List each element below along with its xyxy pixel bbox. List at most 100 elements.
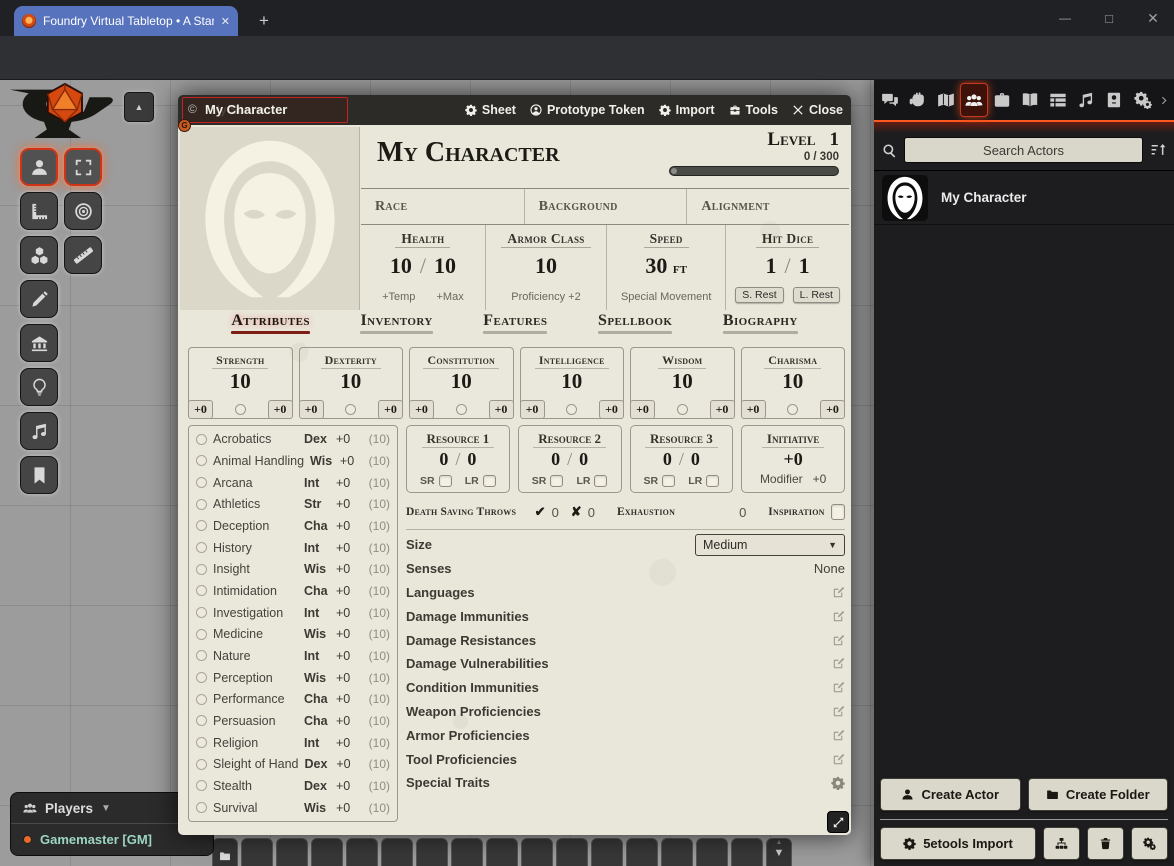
skill-proficiency-radio[interactable]: [196, 455, 207, 466]
health-value[interactable]: 10/10: [361, 253, 485, 279]
ability-score[interactable]: 10: [300, 369, 403, 394]
edit-icon[interactable]: [832, 634, 845, 647]
skill-proficiency-radio[interactable]: [196, 434, 207, 445]
tab-inventory[interactable]: Inventory: [360, 312, 432, 334]
proficiency-toggle[interactable]: [456, 404, 467, 415]
tile-controls[interactable]: [20, 236, 58, 274]
ability-save[interactable]: +0: [268, 400, 293, 419]
note-controls[interactable]: [20, 456, 58, 494]
death-success-icon[interactable]: ✔: [535, 504, 546, 520]
macro-slot[interactable]: [626, 838, 658, 866]
skill-row[interactable]: DeceptionCha+0(10): [189, 515, 397, 536]
inspiration-checkbox[interactable]: [831, 504, 845, 520]
new-tab-button[interactable]: +: [252, 9, 276, 33]
macro-slot[interactable]: [416, 838, 448, 866]
skill-row[interactable]: HistoryInt+0(10): [189, 537, 397, 558]
edit-icon[interactable]: [832, 657, 845, 670]
configure-button[interactable]: [1131, 827, 1168, 860]
skill-row[interactable]: ReligionInt+0(10): [189, 732, 397, 753]
macro-slot[interactable]: [381, 838, 413, 866]
ability-score[interactable]: 10: [631, 369, 734, 394]
size-select[interactable]: Medium▼: [695, 534, 845, 556]
skill-proficiency-radio[interactable]: [196, 520, 207, 531]
ability-mod[interactable]: +0: [520, 400, 545, 419]
skill-row[interactable]: SurvivalWis+0(10): [189, 797, 397, 818]
skill-proficiency-radio[interactable]: [196, 759, 207, 770]
specialmovement-label[interactable]: Special Movement: [621, 291, 712, 303]
ability-save[interactable]: +0: [820, 400, 845, 419]
search-actors-input[interactable]: [904, 137, 1143, 163]
death-success-value[interactable]: 0: [552, 505, 559, 520]
lr-checkbox[interactable]: [594, 475, 607, 487]
sound-controls[interactable]: [20, 412, 58, 450]
macro-slot[interactable]: [241, 838, 273, 866]
browser-tab[interactable]: Foundry Virtual Tabletop • A Stan ✕: [14, 6, 238, 36]
select-tool[interactable]: [64, 148, 102, 186]
resource-value[interactable]: 0/0: [519, 449, 621, 470]
ability-save[interactable]: +0: [599, 400, 624, 419]
compendium-tab[interactable]: [1100, 83, 1128, 117]
ruler-tool[interactable]: [64, 236, 102, 274]
window-minimize-button[interactable]: —: [1048, 0, 1082, 36]
collapse-sidebar-button[interactable]: [1157, 83, 1172, 117]
srest-button[interactable]: S. Rest: [735, 287, 783, 303]
skill-proficiency-radio[interactable]: [196, 672, 207, 683]
macro-slot[interactable]: [661, 838, 693, 866]
lighting-controls[interactable]: [20, 368, 58, 406]
ability-score[interactable]: 10: [742, 369, 845, 394]
drawing-controls[interactable]: [20, 280, 58, 318]
hit-dice-value[interactable]: 1/1: [726, 253, 849, 279]
collapse-controls-button[interactable]: ▲: [124, 92, 154, 122]
lrest-button[interactable]: L. Rest: [793, 287, 840, 303]
character-name-field[interactable]: My Character: [377, 137, 560, 169]
macro-slot[interactable]: [696, 838, 728, 866]
window-close-button[interactable]: ✕: [1136, 0, 1170, 36]
detail-field-alignment[interactable]: Alignment: [686, 189, 849, 224]
ability-score[interactable]: 10: [521, 369, 624, 394]
resource-value[interactable]: 0/0: [407, 449, 509, 470]
max-label[interactable]: +Max: [436, 291, 463, 303]
skill-row[interactable]: InvestigationInt+0(10): [189, 602, 397, 623]
skill-proficiency-radio[interactable]: [196, 802, 207, 813]
tab-spellbook[interactable]: Spellbook: [598, 312, 672, 334]
prototype-token-button[interactable]: Prototype Token: [530, 103, 645, 117]
tab-biography[interactable]: Biography: [723, 312, 798, 334]
proficiency-toggle[interactable]: [677, 404, 688, 415]
macro-slot[interactable]: [731, 838, 763, 866]
skill-row[interactable]: PersuasionCha+0(10): [189, 710, 397, 731]
measure-controls[interactable]: [20, 192, 58, 230]
death-failure-value[interactable]: 0: [588, 505, 595, 520]
proficiency-toggle[interactable]: [566, 404, 577, 415]
lr-checkbox[interactable]: [706, 475, 719, 487]
ability-save[interactable]: +0: [378, 400, 403, 419]
journal-tab[interactable]: [1016, 83, 1044, 117]
macro-slot[interactable]: [486, 838, 518, 866]
macro-slot[interactable]: [451, 838, 483, 866]
resize-handle[interactable]: [827, 811, 849, 833]
skill-proficiency-radio[interactable]: [196, 499, 207, 510]
skill-row[interactable]: MedicineWis+0(10): [189, 624, 397, 645]
delete-button[interactable]: [1087, 827, 1124, 860]
tab-features[interactable]: Features: [483, 312, 547, 334]
playlists-tab[interactable]: [1072, 83, 1100, 117]
window-maximize-button[interactable]: □: [1092, 0, 1126, 36]
edit-icon[interactable]: [832, 610, 845, 623]
ability-score[interactable]: 10: [410, 369, 513, 394]
edit-icon[interactable]: [832, 753, 845, 766]
skill-row[interactable]: InsightWis+0(10): [189, 559, 397, 580]
ability-save[interactable]: +0: [710, 400, 735, 419]
folder-tree-button[interactable]: [1043, 827, 1080, 860]
edit-icon[interactable]: [832, 586, 845, 599]
proficiency-toggle[interactable]: [345, 404, 356, 415]
speed-value[interactable]: 30 ft: [607, 253, 725, 279]
xp-value[interactable]: 0 / 300: [669, 151, 839, 163]
macro-slot[interactable]: [276, 838, 308, 866]
skill-row[interactable]: Sleight of HandDex+0(10): [189, 754, 397, 775]
skill-row[interactable]: Animal HandlingWis+0(10): [189, 450, 397, 471]
skill-row[interactable]: StealthDex+0(10): [189, 775, 397, 796]
skill-proficiency-radio[interactable]: [196, 650, 207, 661]
sheet-button[interactable]: Sheet: [465, 103, 516, 117]
close-button[interactable]: Close: [792, 103, 843, 117]
skill-proficiency-radio[interactable]: [196, 715, 207, 726]
sr-checkbox[interactable]: [439, 475, 452, 487]
